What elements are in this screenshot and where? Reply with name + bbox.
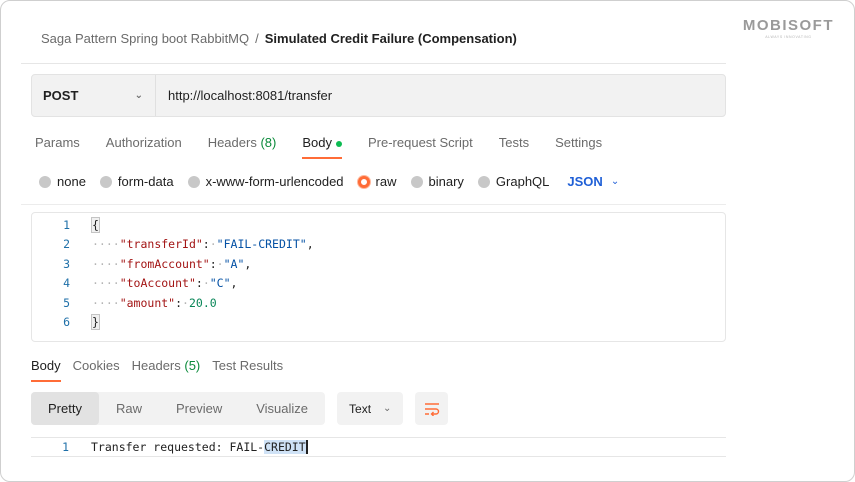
- body-mode-form-data[interactable]: form-data: [99, 174, 174, 189]
- logo-tagline: ALWAYS INNOVATING: [765, 35, 812, 39]
- tab-headers[interactable]: Headers (8): [208, 135, 277, 159]
- json-key: "fromAccount": [119, 256, 210, 271]
- radio-icon: [477, 175, 490, 188]
- response-tabs: Body Cookies Headers (5) Test Results: [31, 358, 283, 382]
- response-format-select[interactable]: Text ⌄: [337, 392, 404, 425]
- body-mode-none[interactable]: none: [39, 174, 86, 189]
- response-tab-cookies[interactable]: Cookies: [73, 358, 120, 382]
- response-text: Transfer requested: FAIL-CREDIT: [91, 440, 308, 454]
- tab-params[interactable]: Params: [35, 135, 80, 159]
- radio-icon: [99, 175, 112, 188]
- tab-body[interactable]: Body: [302, 135, 342, 159]
- tab-settings[interactable]: Settings: [555, 135, 602, 159]
- view-visualize-button[interactable]: Visualize: [239, 392, 325, 425]
- request-url-bar: POST ⌄ http://localhost:8081/transfer: [31, 74, 726, 117]
- open-brace: {: [91, 216, 100, 233]
- response-tab-body[interactable]: Body: [31, 358, 61, 382]
- brand-logo: MOBISOFT ALWAYS INNOVATING: [743, 17, 834, 39]
- line-number: 2: [63, 237, 70, 252]
- breadcrumb-collection[interactable]: Saga Pattern Spring boot RabbitMQ: [41, 31, 249, 46]
- request-tabs: Params Authorization Headers (8) Body Pr…: [35, 135, 602, 159]
- selected-text: CREDIT: [264, 440, 308, 454]
- screenshot-frame: MOBISOFT ALWAYS INNOVATING Saga Pattern …: [0, 0, 855, 482]
- close-brace: }: [91, 314, 100, 331]
- view-raw-button[interactable]: Raw: [99, 392, 159, 425]
- radio-icon: [39, 175, 51, 188]
- response-tab-headers[interactable]: Headers (5): [132, 358, 201, 382]
- breadcrumb: Saga Pattern Spring boot RabbitMQ / Simu…: [41, 31, 517, 46]
- header-divider: [21, 63, 726, 64]
- method-label: POST: [43, 88, 79, 103]
- view-pretty-button[interactable]: Pretty: [31, 392, 99, 425]
- body-mode-binary[interactable]: binary: [410, 174, 464, 189]
- line-number: 1: [63, 217, 70, 232]
- breadcrumb-separator: /: [255, 31, 259, 46]
- json-key: "transferId": [119, 237, 203, 252]
- chevron-down-icon: ⌄: [610, 176, 620, 187]
- tab-authorization[interactable]: Authorization: [106, 135, 182, 159]
- postman-request-pane: Saga Pattern Spring boot RabbitMQ / Simu…: [21, 1, 726, 481]
- body-format-select[interactable]: JSON ⌄: [567, 174, 619, 189]
- request-body-editor[interactable]: 1 { 2 ····"transferId":·"FAIL-CREDIT", 3…: [31, 212, 726, 342]
- tab-pre-request-script[interactable]: Pre-request Script: [368, 135, 473, 159]
- logo-text: MOBISOFT: [742, 17, 834, 34]
- headers-count: (8): [260, 135, 277, 150]
- response-body[interactable]: 1 Transfer requested: FAIL-CREDIT: [31, 437, 726, 457]
- body-mode-graphql[interactable]: GraphQL: [477, 174, 549, 189]
- code-line: 1 {: [32, 215, 100, 235]
- chevron-down-icon: ⌄: [383, 403, 392, 414]
- options-divider: [21, 204, 726, 205]
- code-line: 3 ····"fromAccount":·"A",: [32, 254, 251, 274]
- line-number: 6: [63, 315, 70, 330]
- tab-tests[interactable]: Tests: [499, 135, 529, 159]
- wrap-lines-icon: [424, 402, 440, 416]
- breadcrumb-request-name[interactable]: Simulated Credit Failure (Compensation): [265, 31, 517, 46]
- json-value: "FAIL-CREDIT": [216, 237, 307, 252]
- json-key: "toAccount": [119, 276, 196, 291]
- json-key: "amount": [119, 295, 176, 310]
- chevron-down-icon: ⌄: [134, 90, 143, 101]
- response-toolbar: Pretty Raw Preview Visualize Text ⌄: [31, 392, 449, 425]
- response-view-switch: Pretty Raw Preview Visualize: [31, 392, 326, 425]
- json-value: "C": [209, 276, 231, 291]
- body-mode-urlencoded[interactable]: x-www-form-urlencoded: [187, 174, 344, 189]
- response-tab-test-results[interactable]: Test Results: [212, 358, 283, 382]
- code-line: 2 ····"transferId":·"FAIL-CREDIT",: [32, 235, 314, 255]
- line-number: 1: [62, 440, 69, 454]
- json-value: 20.0: [188, 295, 217, 310]
- radio-icon: [410, 175, 423, 188]
- radio-icon: [187, 175, 200, 188]
- body-mode-raw[interactable]: raw: [357, 174, 397, 189]
- code-line: 5 ····"amount":·20.0: [32, 293, 217, 313]
- body-mode-options: none form-data x-www-form-urlencoded raw…: [39, 174, 619, 189]
- view-preview-button[interactable]: Preview: [159, 392, 239, 425]
- radio-selected-icon: [357, 175, 370, 188]
- code-line: 4 ····"toAccount":·"C",: [32, 274, 237, 294]
- method-select[interactable]: POST ⌄: [32, 75, 156, 116]
- url-input[interactable]: http://localhost:8081/transfer: [156, 88, 332, 103]
- wrap-lines-button[interactable]: [415, 392, 449, 425]
- body-indicator-dot: [335, 140, 342, 147]
- line-number: 5: [63, 295, 70, 310]
- line-number: 4: [63, 276, 70, 291]
- json-value: "A": [223, 256, 245, 271]
- code-line: 6 }: [32, 313, 100, 333]
- response-headers-count: (5): [184, 358, 201, 373]
- line-number: 3: [63, 256, 70, 271]
